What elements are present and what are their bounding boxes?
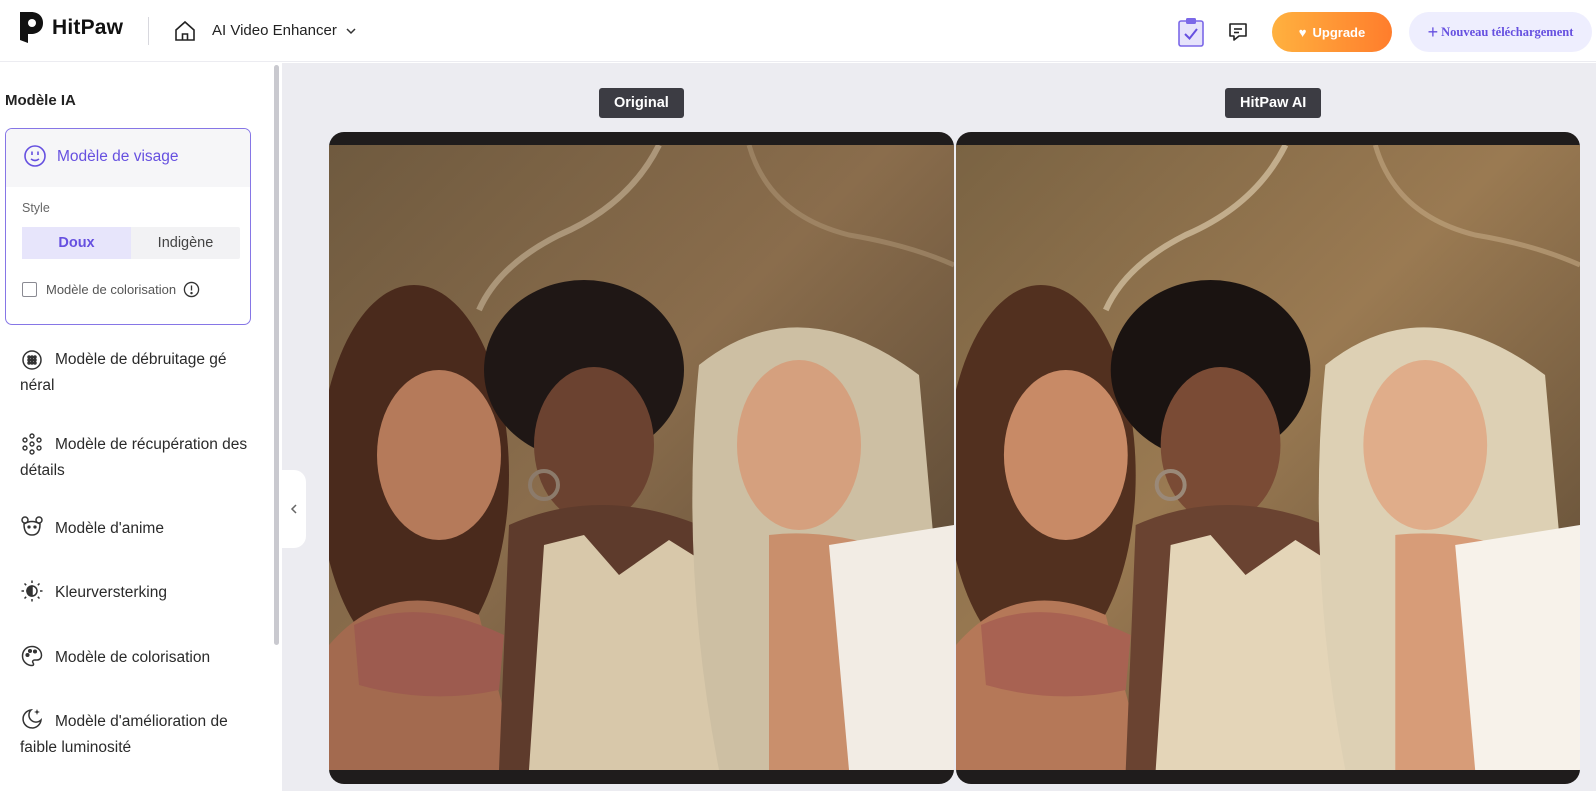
- upgrade-label: Upgrade: [1312, 24, 1366, 40]
- style-label: Style: [22, 201, 50, 215]
- model-item-label: Kleurversterking: [55, 584, 167, 601]
- model-item-detail-recovery[interactable]: Modèle de récupération des détails: [20, 432, 250, 484]
- colorize-option-row: Modèle de colorisation: [22, 281, 200, 298]
- model-sidebar: Modèle IA Modèle de visage Style Doux In…: [0, 63, 282, 791]
- info-icon[interactable]: [183, 281, 200, 298]
- face-model-label: Modèle de visage: [57, 148, 179, 165]
- detail-dots-icon: [22, 433, 42, 455]
- brand-name: HitPaw: [52, 16, 124, 39]
- enhanced-tag: HitPaw AI: [1225, 88, 1322, 118]
- task-list-icon[interactable]: [1177, 16, 1205, 48]
- style-option-indigene[interactable]: Indigène: [131, 227, 240, 259]
- model-item-anime[interactable]: Modèle d'anime: [20, 516, 250, 542]
- sun-icon: [21, 580, 43, 602]
- logo[interactable]: HitPaw: [17, 10, 123, 46]
- model-item-label: Modèle d'amélioration de faible luminosi…: [20, 713, 228, 756]
- chevron-left-icon: [290, 504, 297, 514]
- model-item-label: Modèle de colorisation: [55, 649, 211, 666]
- model-item-colorization[interactable]: Modèle de colorisation: [20, 645, 250, 671]
- face-model-card: Modèle de visage Style Doux Indigène Mod…: [5, 128, 251, 325]
- hitpaw-logo-icon: [20, 12, 43, 43]
- anime-bear-icon: [21, 516, 43, 536]
- model-item-denoise[interactable]: Modèle de débruitage gé néral: [20, 347, 250, 399]
- face-icon: [24, 145, 46, 167]
- sidebar-title: Modèle IA: [5, 92, 76, 109]
- original-photo: [329, 145, 954, 770]
- model-item-label: Modèle d'anime: [55, 520, 164, 537]
- app-switcher[interactable]: AI Video Enhancer: [212, 22, 357, 39]
- new-upload-button[interactable]: + Nouveau téléchargement: [1409, 12, 1592, 52]
- model-item-label: Modèle de récupération des détails: [20, 436, 248, 479]
- collapse-sidebar-button[interactable]: [282, 470, 306, 548]
- original-tag: Original: [599, 88, 684, 118]
- diamond-icon: ♥: [1298, 24, 1307, 40]
- moon-sparkle-icon: [22, 708, 43, 729]
- upgrade-button[interactable]: ♥ Upgrade: [1272, 12, 1392, 52]
- original-preview[interactable]: [329, 132, 954, 784]
- preview-area: Original HitPaw AI: [282, 63, 1596, 791]
- top-bar: HitPaw AI Video Enhancer ♥ Upgrade + Nou…: [0, 0, 1596, 62]
- home-icon[interactable]: [173, 19, 197, 43]
- feedback-chat-icon[interactable]: [1226, 20, 1250, 44]
- face-model-option[interactable]: Modèle de visage: [6, 129, 250, 187]
- style-option-doux[interactable]: Doux: [22, 227, 131, 259]
- model-item-low-light[interactable]: Modèle d'amélioration de faible luminosi…: [20, 708, 250, 761]
- chevron-down-icon: [346, 27, 356, 34]
- new-upload-label: Nouveau téléchargement: [1441, 24, 1574, 39]
- enhanced-photo: [956, 145, 1580, 770]
- model-item-label: Modèle de débruitage gé néral: [20, 351, 227, 394]
- colorize-label: Modèle de colorisation: [46, 282, 177, 297]
- header-divider: [148, 17, 149, 45]
- model-item-color-enhance[interactable]: Kleurversterking: [20, 580, 250, 606]
- colorize-checkbox[interactable]: [22, 282, 37, 297]
- sidebar-scrollbar[interactable]: [274, 65, 279, 645]
- palette-icon: [21, 645, 43, 667]
- plus-icon: +: [1427, 21, 1439, 42]
- denoise-icon: [22, 350, 42, 370]
- app-title: AI Video Enhancer: [212, 22, 337, 39]
- style-segmented-control: Doux Indigène: [22, 227, 240, 259]
- enhanced-preview[interactable]: [956, 132, 1580, 784]
